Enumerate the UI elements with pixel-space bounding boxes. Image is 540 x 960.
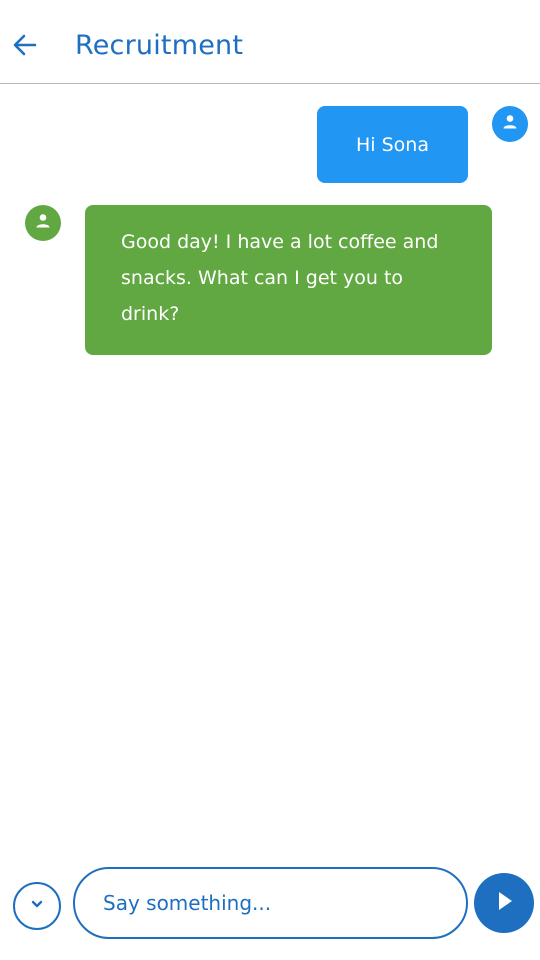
scroll-down-button[interactable] — [13, 882, 61, 930]
app-header: Recruitment — [0, 0, 540, 84]
chevron-down-icon — [29, 896, 45, 916]
bot-message-bubble: Good day! I have a lot coffee and snacks… — [85, 205, 492, 355]
send-button[interactable] — [474, 873, 534, 933]
bot-avatar — [25, 205, 61, 241]
back-button[interactable] — [6, 28, 44, 66]
arrow-left-icon — [11, 31, 39, 63]
user-message-bubble: Hi Sona — [317, 106, 468, 183]
person-icon — [501, 113, 519, 135]
message-text: Hi Sona — [356, 133, 429, 156]
message-input[interactable] — [75, 869, 466, 937]
play-icon — [491, 888, 517, 918]
message-text: Good day! I have a lot coffee and snacks… — [121, 231, 439, 325]
page-title: Recruitment — [75, 30, 244, 61]
message-input-container — [73, 867, 468, 939]
user-avatar — [492, 106, 528, 142]
chat-screen: Recruitment Hi Sona Good day! I have a l… — [0, 0, 540, 960]
person-icon — [34, 212, 52, 234]
